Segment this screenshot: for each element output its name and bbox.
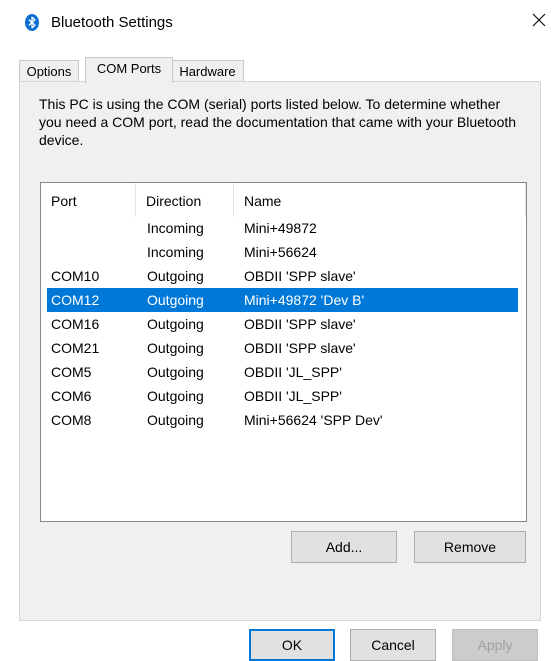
add-button[interactable]: Add...	[291, 531, 397, 563]
table-row[interactable]: COM8 Outgoing Mini+56624 'SPP Dev'	[47, 408, 518, 432]
column-header-name[interactable]: Name	[234, 183, 526, 217]
column-divider[interactable]	[525, 183, 526, 217]
bluetooth-icon	[25, 14, 39, 31]
direction-cell: Outgoing	[147, 412, 204, 428]
direction-cell: Outgoing	[147, 340, 204, 356]
direction-cell: Outgoing	[147, 364, 204, 380]
name-cell: Mini+56624 'SPP Dev'	[244, 412, 383, 428]
direction-cell: Outgoing	[147, 316, 204, 332]
table-row[interactable]: Incoming Mini+56624	[47, 240, 518, 264]
direction-cell: Outgoing	[147, 268, 204, 284]
tab-options[interactable]: Options	[19, 60, 79, 81]
name-cell: OBDII 'JL_SPP'	[244, 388, 342, 404]
table-row[interactable]: Incoming Mini+49872	[47, 216, 518, 240]
table-row[interactable]: COM10 Outgoing OBDII 'SPP slave'	[47, 264, 518, 288]
name-cell: OBDII 'JL_SPP'	[244, 364, 342, 380]
table-row[interactable]: COM21 Outgoing OBDII 'SPP slave'	[47, 336, 518, 360]
direction-cell: Incoming	[147, 244, 204, 260]
ok-button[interactable]: OK	[249, 629, 335, 661]
description-text: This PC is using the COM (serial) ports …	[39, 96, 517, 148]
tab-com-ports[interactable]: COM Ports	[85, 57, 173, 83]
direction-cell: Outgoing	[147, 388, 204, 404]
port-cell: COM10	[51, 268, 100, 284]
port-cell: COM6	[51, 388, 92, 404]
cancel-button[interactable]: Cancel	[350, 629, 436, 661]
column-header-port[interactable]: Port	[41, 183, 135, 217]
name-cell: OBDII 'SPP slave'	[244, 268, 356, 284]
com-ports-list[interactable]: Port Direction Name Incoming Mini+49872 …	[40, 182, 527, 522]
name-cell: Mini+49872	[244, 220, 317, 236]
close-icon[interactable]	[530, 11, 548, 29]
remove-button[interactable]: Remove	[414, 531, 526, 563]
com-ports-panel: This PC is using the COM (serial) ports …	[19, 81, 541, 621]
direction-cell: Incoming	[147, 220, 204, 236]
list-header: Port Direction Name	[41, 183, 526, 217]
table-row[interactable]: COM5 Outgoing OBDII 'JL_SPP'	[47, 360, 518, 384]
title-bar: Bluetooth Settings	[0, 0, 559, 46]
table-row[interactable]: COM6 Outgoing OBDII 'JL_SPP'	[47, 384, 518, 408]
port-cell: COM16	[51, 316, 100, 332]
name-cell: OBDII 'SPP slave'	[244, 316, 356, 332]
port-cell: COM5	[51, 364, 92, 380]
name-cell: Mini+49872 'Dev B'	[244, 292, 365, 308]
table-row[interactable]: COM16 Outgoing OBDII 'SPP slave'	[47, 312, 518, 336]
column-header-direction[interactable]: Direction	[136, 183, 233, 217]
name-cell: Mini+56624	[244, 244, 317, 260]
port-cell: COM8	[51, 412, 92, 428]
window-title: Bluetooth Settings	[51, 14, 173, 31]
direction-cell: Outgoing	[147, 292, 204, 308]
tab-hardware[interactable]: Hardware	[171, 60, 244, 81]
port-cell: COM12	[51, 292, 100, 308]
apply-button[interactable]: Apply	[452, 629, 538, 661]
port-cell: COM21	[51, 340, 100, 356]
name-cell: OBDII 'SPP slave'	[244, 340, 356, 356]
table-row-selected[interactable]: COM12 Outgoing Mini+49872 'Dev B'	[47, 288, 518, 312]
